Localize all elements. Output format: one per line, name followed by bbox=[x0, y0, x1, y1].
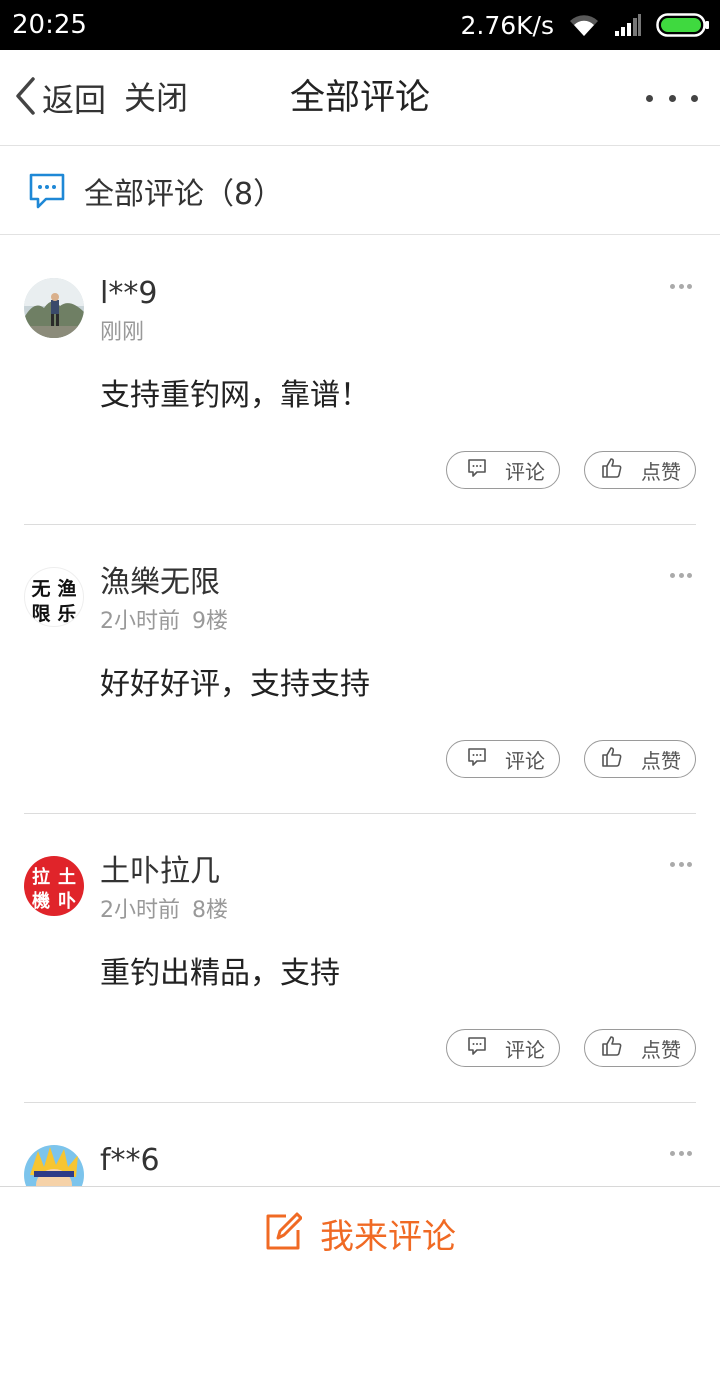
comment-more-button[interactable] bbox=[670, 1151, 692, 1159]
avatar[interactable]: 拉 土 機 卟 bbox=[24, 856, 84, 916]
network-speed: 2.76K/s bbox=[460, 10, 554, 40]
write-comment-button[interactable]: 我来评论 bbox=[0, 1186, 720, 1280]
reply-label: 评论 bbox=[505, 748, 545, 773]
comment-more-button[interactable] bbox=[670, 573, 692, 581]
page-title: 全部评论 bbox=[289, 78, 430, 118]
back-button[interactable]: 返回 bbox=[14, 76, 106, 120]
svg-text:渔: 渔 bbox=[57, 577, 76, 600]
svg-text:卟: 卟 bbox=[58, 891, 76, 911]
svg-text:限: 限 bbox=[31, 603, 50, 625]
reply-label: 评论 bbox=[505, 1037, 545, 1062]
avatar[interactable]: 无 渔 限 乐 bbox=[24, 567, 84, 627]
comment-text: 支持重钓网，靠谱！ bbox=[100, 378, 370, 413]
back-chevron-icon bbox=[14, 76, 36, 120]
comment-meta: 2小时前 8楼 bbox=[100, 896, 228, 926]
comment-bubble-icon bbox=[447, 458, 487, 482]
comment-author: 土卟拉几 bbox=[100, 854, 220, 889]
section-header: 全部评论（8） bbox=[0, 147, 720, 235]
comment-bubble-icon bbox=[447, 1036, 487, 1060]
status-right: 2.76K/s bbox=[460, 8, 710, 42]
thumb-up-icon bbox=[585, 457, 623, 483]
comment-time: 2小时前 bbox=[100, 609, 180, 634]
comment-bubble-icon bbox=[26, 170, 68, 212]
svg-text:无: 无 bbox=[31, 579, 50, 600]
comment-more-button[interactable] bbox=[670, 862, 692, 870]
status-bar: 20:25 2.76K/s bbox=[0, 0, 720, 50]
edit-icon bbox=[264, 1212, 303, 1256]
reply-button[interactable]: 评论 bbox=[446, 451, 560, 489]
comment-item: 拉 土 機 卟 土卟拉几 2小时前 8楼 重钓出精品，支持 评论 点赞 bbox=[24, 814, 696, 1103]
more-button[interactable] bbox=[646, 80, 698, 116]
nav-bar: 返回 关闭 全部评论 bbox=[0, 50, 720, 146]
svg-text:土: 土 bbox=[58, 867, 76, 887]
reply-button[interactable]: 评论 bbox=[446, 740, 560, 778]
signal-icon bbox=[614, 13, 642, 37]
comment-more-button[interactable] bbox=[670, 284, 692, 292]
reply-button[interactable]: 评论 bbox=[446, 1029, 560, 1067]
like-label: 点赞 bbox=[641, 748, 681, 773]
comment-text: 重钓出精品，支持 bbox=[100, 956, 340, 991]
comment-meta: 刚刚 bbox=[100, 318, 144, 348]
wifi-icon bbox=[568, 12, 600, 38]
comment-item: l**9 刚刚 支持重钓网，靠谱！ 评论 点赞 bbox=[24, 236, 696, 525]
thumb-up-icon bbox=[585, 1035, 623, 1061]
battery-icon bbox=[656, 13, 710, 37]
more-dots-icon bbox=[646, 94, 698, 102]
comment-bubble-icon bbox=[447, 747, 487, 771]
svg-text:拉: 拉 bbox=[32, 866, 50, 887]
svg-text:機: 機 bbox=[32, 890, 50, 911]
avatar[interactable] bbox=[24, 278, 84, 338]
section-title: 全部评论（8） bbox=[84, 176, 284, 212]
comment-meta: 2小时前 9楼 bbox=[100, 607, 228, 637]
comment-floor: 9楼 bbox=[192, 609, 228, 634]
like-label: 点赞 bbox=[641, 459, 681, 484]
svg-text:乐: 乐 bbox=[57, 603, 76, 625]
like-button[interactable]: 点赞 bbox=[584, 1029, 696, 1067]
comment-floor: 8楼 bbox=[192, 898, 228, 923]
comment-time: 2小时前 bbox=[100, 898, 180, 923]
like-label: 点赞 bbox=[641, 1037, 681, 1062]
reply-label: 评论 bbox=[505, 459, 545, 484]
comment-author: 漁樂无限 bbox=[100, 565, 220, 600]
comment-time: 刚刚 bbox=[100, 320, 145, 345]
status-time: 20:25 bbox=[12, 10, 87, 40]
close-button[interactable]: 关闭 bbox=[124, 76, 188, 120]
comment-author: f**6 bbox=[100, 1143, 160, 1178]
write-comment-label: 我来评论 bbox=[320, 1217, 456, 1257]
back-label: 返回 bbox=[42, 81, 107, 119]
like-button[interactable]: 点赞 bbox=[584, 740, 696, 778]
comment-text: 好好好评，支持支持 bbox=[100, 667, 370, 702]
like-button[interactable]: 点赞 bbox=[584, 451, 696, 489]
comment-item: 无 渔 限 乐 漁樂无限 2小时前 9楼 好好好评，支持支持 评论 点赞 bbox=[24, 525, 696, 814]
thumb-up-icon bbox=[585, 746, 623, 772]
comment-author: l**9 bbox=[100, 276, 158, 311]
